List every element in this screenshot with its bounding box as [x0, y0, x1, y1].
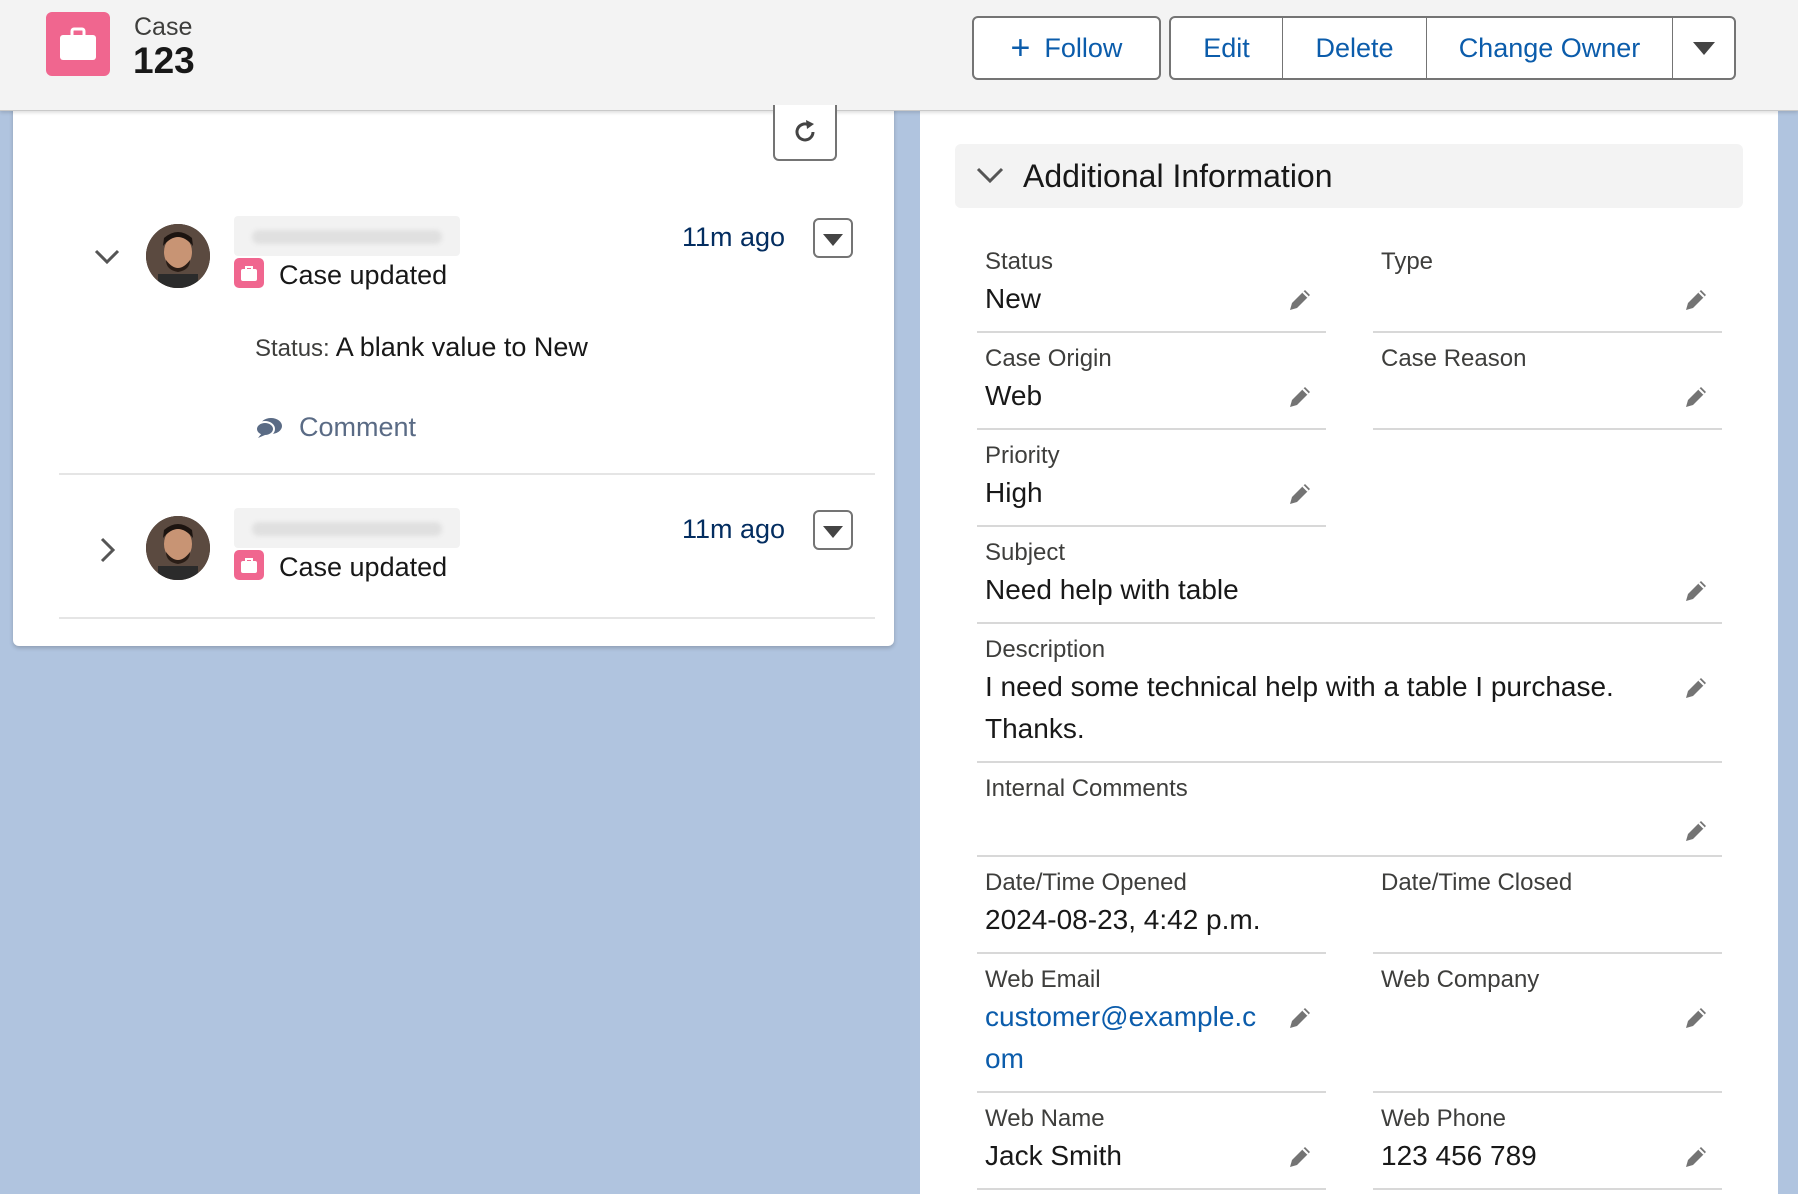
- field-value: 2024-08-23, 4:42 p.m.: [985, 904, 1261, 935]
- field-label: Web Name: [985, 1105, 1105, 1132]
- feed-timestamp[interactable]: 11m ago: [682, 514, 785, 545]
- field-status: Status New: [977, 236, 1326, 333]
- chevron-right-icon[interactable]: [99, 536, 117, 564]
- field-subject: Subject Need help with table: [977, 527, 1722, 624]
- refresh-icon: [795, 120, 815, 142]
- feed-change-detail: Status: A blank value to New: [255, 332, 588, 363]
- record-header: Case 123 + Follow Edit Delete Change Own…: [0, 0, 1798, 111]
- object-label: Case: [134, 13, 193, 41]
- field-date-time-closed: Date/Time Closed: [1373, 857, 1722, 954]
- comment-label: Comment: [299, 412, 417, 442]
- field-value-line2: Thanks.: [985, 713, 1085, 744]
- comment-button[interactable]: Comment: [255, 412, 416, 443]
- avatar[interactable]: [146, 516, 210, 580]
- section-title: Additional Information: [1023, 158, 1333, 194]
- field-label: Case Origin: [985, 345, 1112, 372]
- pencil-icon[interactable]: [1682, 577, 1710, 605]
- section-header-additional-information[interactable]: Additional Information: [955, 144, 1743, 208]
- chevron-down-icon[interactable]: [93, 248, 121, 266]
- field-label: Type: [1381, 248, 1434, 275]
- pencil-icon[interactable]: [1286, 480, 1314, 508]
- field-web-email: Web Email customer@example.c om: [977, 954, 1326, 1093]
- comment-icon: [255, 417, 282, 438]
- field-value: Jack Smith: [985, 1140, 1122, 1171]
- activity-feed: Case updated 11m ago Status: A blank val…: [13, 90, 894, 646]
- more-actions-button[interactable]: [1672, 16, 1736, 80]
- field-web-name: Web Name Jack Smith: [977, 1093, 1326, 1190]
- field-value-line1: I need some technical help with a table …: [985, 671, 1614, 702]
- field-web-company: Web Company: [1373, 954, 1722, 1093]
- field-type: Type: [1373, 236, 1722, 333]
- pencil-icon[interactable]: [1682, 1143, 1710, 1171]
- pencil-icon[interactable]: [1682, 286, 1710, 314]
- follow-button[interactable]: + Follow: [972, 16, 1161, 80]
- case-icon: [234, 550, 264, 580]
- author-name-redacted: [234, 216, 460, 256]
- field-label: Priority: [985, 442, 1060, 469]
- record-title: 123: [133, 40, 195, 81]
- author-name-redacted: [234, 508, 460, 548]
- field-label: Description: [985, 636, 1106, 663]
- divider: [59, 617, 875, 619]
- pencil-icon[interactable]: [1286, 286, 1314, 314]
- caret-down-icon: [1692, 41, 1715, 55]
- field-value: New: [985, 283, 1042, 314]
- web-email-link-line1[interactable]: customer@example.c: [985, 996, 1256, 1038]
- field-label: Date/Time Closed: [1381, 869, 1573, 896]
- chevron-down-icon: [976, 167, 1004, 184]
- pencil-icon[interactable]: [1286, 383, 1314, 411]
- field-value: 123 456 789: [1381, 1140, 1537, 1171]
- pencil-icon[interactable]: [1682, 1004, 1710, 1032]
- change-field-label: Status:: [255, 335, 330, 362]
- follow-label: Follow: [1044, 32, 1123, 63]
- case-icon: [46, 12, 110, 76]
- feed-event-text: Case updated: [279, 552, 448, 582]
- feed-timestamp[interactable]: 11m ago: [682, 222, 785, 253]
- field-case-reason: Case Reason: [1373, 333, 1722, 430]
- delete-button[interactable]: Delete: [1282, 16, 1428, 80]
- caret-down-icon: [823, 233, 843, 246]
- field-label: Date/Time Opened: [985, 869, 1187, 896]
- feed-item-menu-button[interactable]: [813, 218, 853, 258]
- feed-event-text: Case updated: [279, 260, 448, 290]
- web-email-link-line2[interactable]: om: [985, 1038, 1024, 1080]
- field-description: Description I need some technical help w…: [977, 624, 1722, 763]
- field-web-phone: Web Phone 123 456 789: [1373, 1093, 1722, 1190]
- field-label: Web Phone: [1381, 1105, 1506, 1132]
- feed-item-menu-button[interactable]: [813, 510, 853, 550]
- field-priority: Priority High: [977, 430, 1326, 527]
- field-label: Status: [985, 248, 1054, 275]
- avatar[interactable]: [146, 224, 210, 288]
- case-icon: [234, 258, 264, 288]
- refresh-button[interactable]: [773, 105, 837, 161]
- change-field-value: A blank value to New: [335, 332, 588, 362]
- plus-icon: +: [1010, 29, 1031, 67]
- pencil-icon[interactable]: [1682, 383, 1710, 411]
- field-label: Web Email: [985, 966, 1101, 993]
- field-date-time-opened: Date/Time Opened 2024-08-23, 4:42 p.m.: [977, 857, 1326, 954]
- field-value: High: [985, 477, 1043, 508]
- pencil-icon[interactable]: [1682, 817, 1710, 845]
- edit-button[interactable]: Edit: [1169, 16, 1284, 80]
- caret-down-icon: [823, 525, 843, 538]
- field-internal-comments: Internal Comments: [977, 763, 1722, 857]
- field-label: Internal Comments: [985, 775, 1188, 802]
- field-label: Web Company: [1381, 966, 1540, 993]
- field-value: Need help with table: [985, 574, 1239, 605]
- pencil-icon[interactable]: [1682, 674, 1710, 702]
- pencil-icon[interactable]: [1286, 1143, 1314, 1171]
- field-case-origin: Case Origin Web: [977, 333, 1326, 430]
- divider: [59, 473, 875, 475]
- field-value: Web: [985, 380, 1043, 411]
- pencil-icon[interactable]: [1286, 1004, 1314, 1032]
- field-label: Subject: [985, 539, 1066, 566]
- field-label: Case Reason: [1381, 345, 1527, 372]
- record-details-panel: Additional Information Status New Type C…: [920, 110, 1778, 1194]
- change-owner-button[interactable]: Change Owner: [1426, 16, 1674, 80]
